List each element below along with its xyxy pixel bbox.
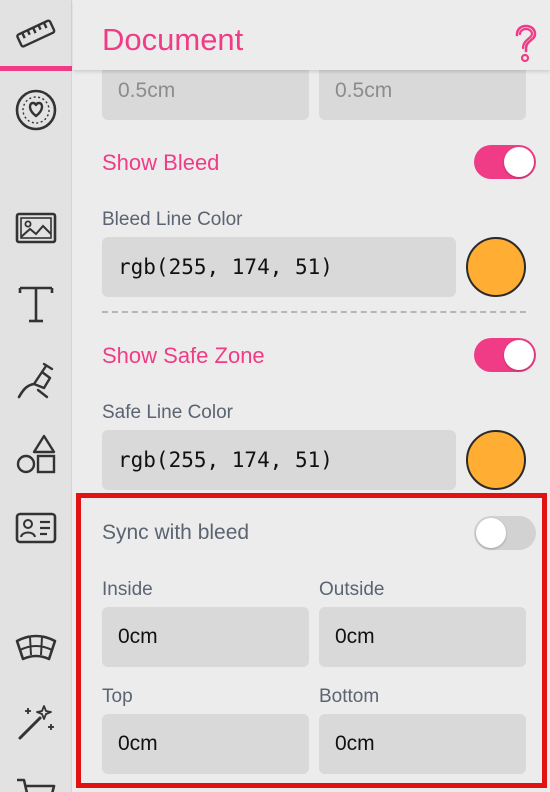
sidebar-item-draw[interactable] [0,350,72,410]
tool-sidebar [0,0,72,792]
show-bleed-label: Show Bleed [102,150,220,175]
page-title: Document [102,22,244,57]
id-card-icon [15,512,57,544]
bleed-color-swatch[interactable] [466,237,526,297]
sidebar-item-badges[interactable] [0,80,72,140]
shapes-icon [16,434,56,474]
sidebar-item-document[interactable] [0,4,72,64]
active-indicator [0,66,72,71]
arc-grid-icon [15,634,57,661]
safe-color-swatch[interactable] [466,430,526,490]
section-divider [102,311,526,313]
sidebar-item-text[interactable] [0,274,72,334]
bleed-color-input[interactable]: rgb(255, 174, 51) [102,237,456,297]
safe-color-label: Safe Line Color [102,402,233,423]
help-icon[interactable] [511,24,541,64]
panel-header: Document [73,0,550,70]
show-safe-zone-label: Show Safe Zone [102,343,265,368]
show-bleed-toggle[interactable] [474,145,536,179]
show-safe-zone-toggle[interactable] [474,338,536,372]
text-icon [18,286,54,323]
magic-wand-icon [18,705,54,740]
cart-icon [17,778,56,792]
safe-color-input[interactable]: rgb(255, 174, 51) [102,430,456,490]
sidebar-item-id-cards[interactable] [0,498,72,558]
sidebar-item-images[interactable] [0,198,72,258]
heart-badge-icon [15,89,57,131]
image-icon [15,212,57,244]
highlight-box [76,493,547,788]
ruler-icon [16,19,56,48]
sidebar-item-arc[interactable] [0,618,72,678]
toggle-knob [504,147,534,177]
toggle-knob [504,340,534,370]
bleed-color-label: Bleed Line Color [102,209,243,230]
pen-tool-icon [17,362,54,399]
sidebar-item-cart[interactable] [0,764,72,792]
sidebar-item-magic[interactable] [0,692,72,752]
sidebar-item-shapes[interactable] [0,424,72,484]
